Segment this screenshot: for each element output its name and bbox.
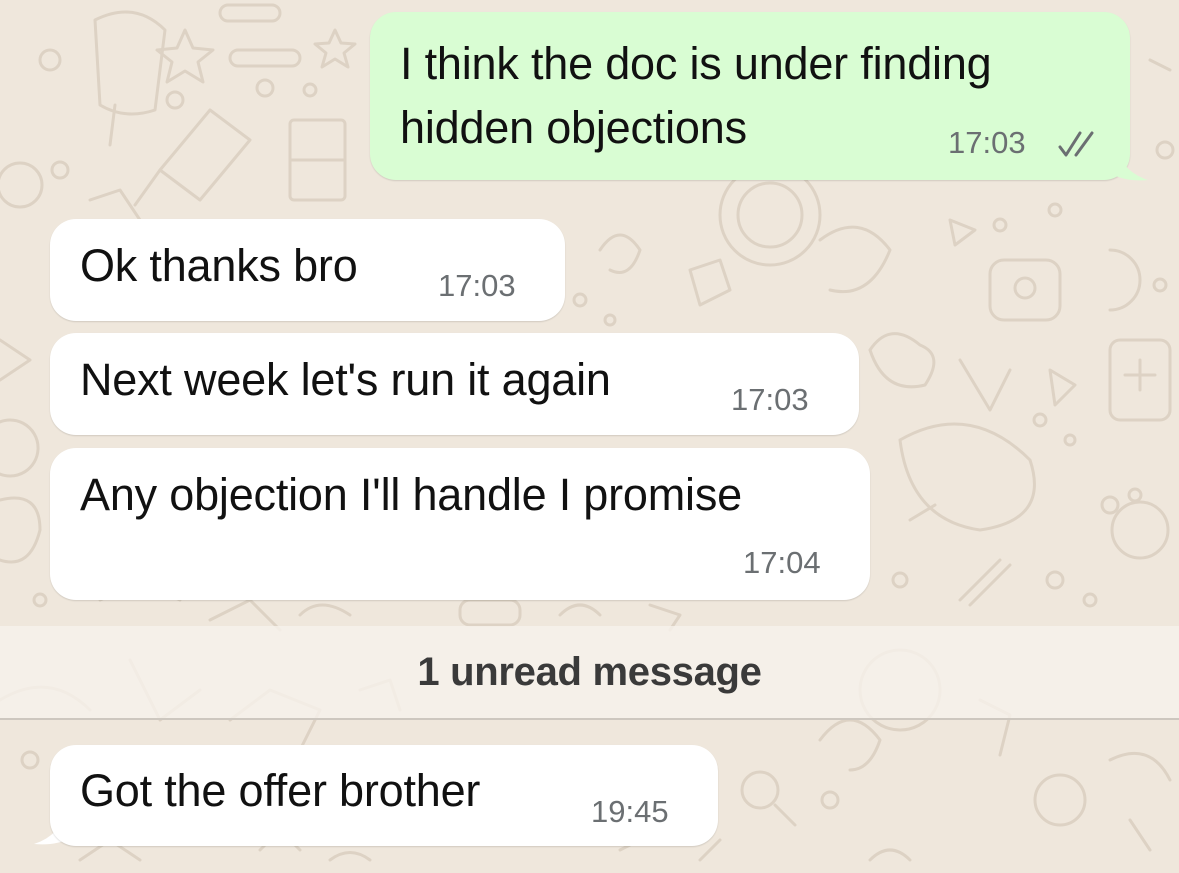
message-text-line-1: I think the doc is under finding [400,38,992,89]
unread-messages-divider: 1 unread message [0,626,1179,720]
message-text-line-2: hidden objections [400,102,747,153]
message-timestamp: 19:45 [591,794,669,829]
double-check-icon [1058,131,1094,157]
incoming-message-bubble[interactable]: Next week let's run it again 17:03 [50,333,859,435]
unread-messages-label: 1 unread message [417,649,762,694]
message-timestamp: 17:03 [731,382,809,417]
message-text: Got the offer brother [80,765,481,816]
incoming-message-bubble[interactable]: Ok thanks bro 17:03 [50,219,565,321]
message-text: I think the doc is under finding hidden … [400,32,992,160]
message-timestamp: 17:03 [948,125,1026,160]
incoming-message-bubble[interactable]: Got the offer brother 19:45 [50,745,718,846]
outgoing-message-bubble[interactable]: I think the doc is under finding hidden … [370,12,1130,180]
incoming-message-bubble[interactable]: Any objection I'll handle I promise 17:0… [50,448,870,600]
outgoing-bubble-tail [1112,142,1148,181]
message-text: Next week let's run it again [80,354,611,405]
message-text: Ok thanks bro [80,240,358,291]
message-text: Any objection I'll handle I promise [80,469,742,520]
message-timestamp: 17:04 [743,545,821,580]
message-timestamp: 17:03 [438,268,516,303]
